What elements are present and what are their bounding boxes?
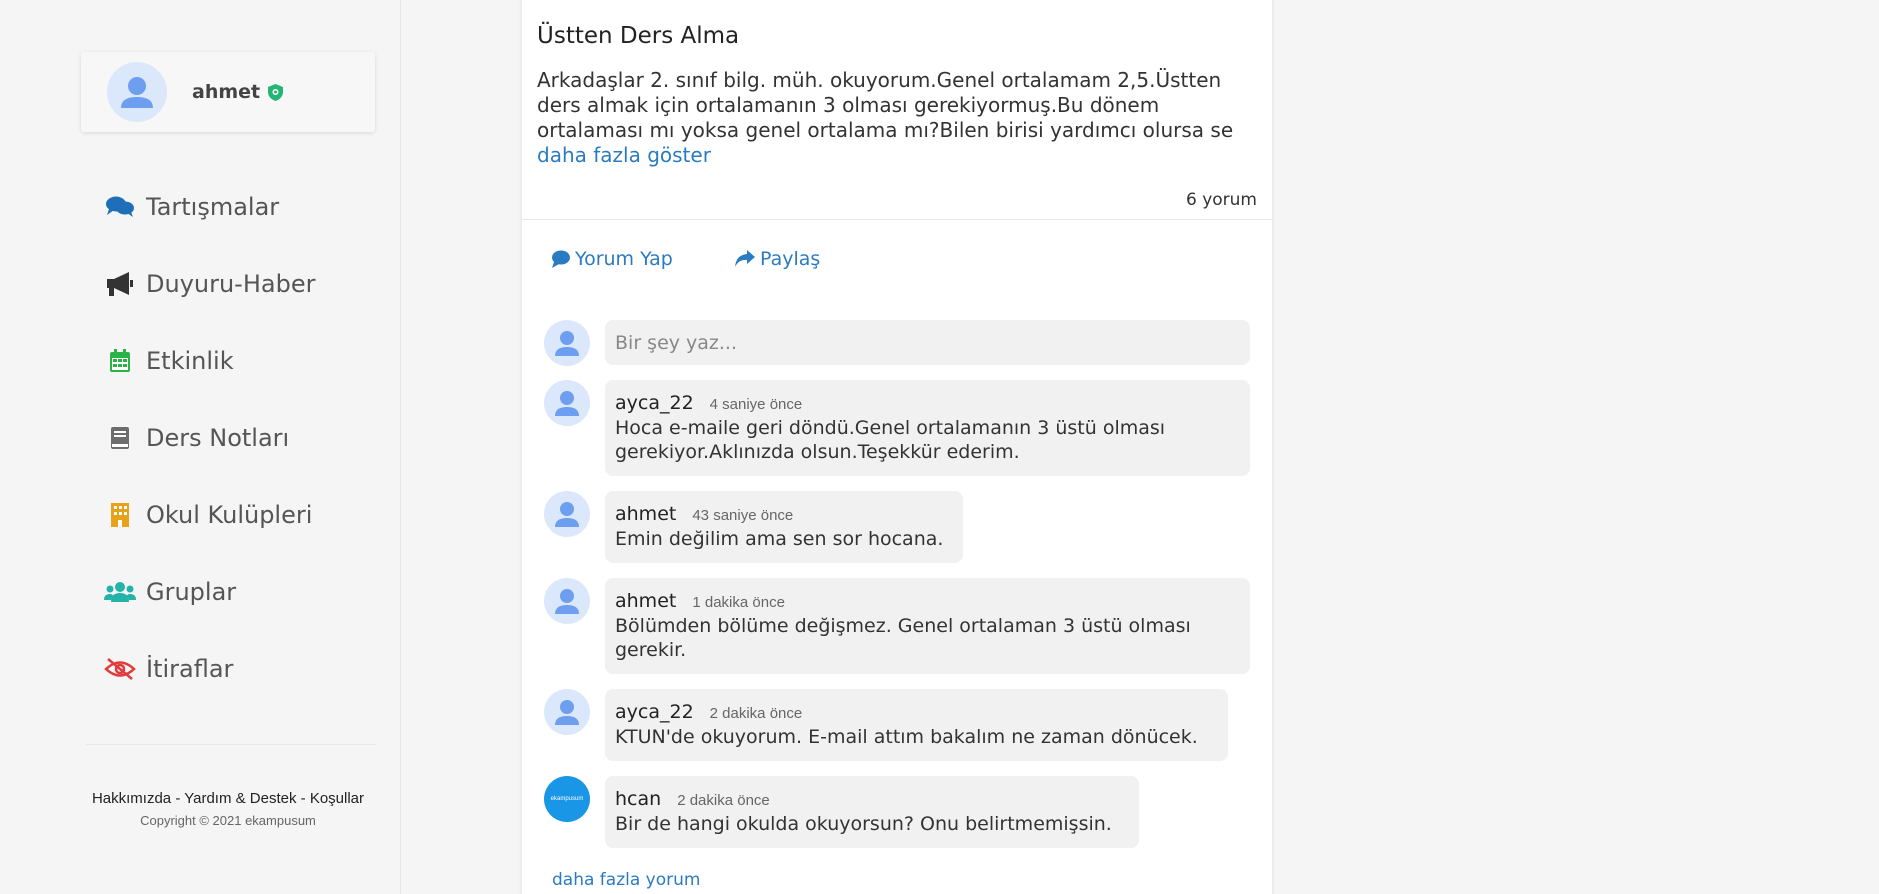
comment-avatar[interactable] (544, 491, 590, 537)
comment-text: Bölümden bölüme değişmez. Genel ortalama… (615, 615, 1191, 661)
footer-links: Hakkımızda - Yardım & Destek - Koşullar (80, 790, 376, 807)
more-comments-link[interactable]: daha fazla yorum (552, 870, 700, 890)
eye-slash-icon (104, 655, 136, 683)
terms-link[interactable]: Koşullar (310, 790, 364, 807)
comment-button-label: Yorum Yap (575, 248, 673, 270)
megaphone-icon (104, 270, 136, 298)
comments-icon (104, 193, 136, 221)
show-more-link[interactable]: daha fazla göster (537, 143, 711, 167)
footer-separator: - (296, 790, 310, 807)
comment-time: 43 saniye önce (692, 507, 794, 524)
comment-author[interactable]: hcan (615, 788, 661, 810)
post-body: Arkadaşlar 2. sınıf bilg. müh. okuyorum.… (537, 68, 1252, 168)
comment-button[interactable]: Yorum Yap (551, 248, 673, 270)
post-divider (522, 219, 1272, 220)
sidebar-item-etkinlik[interactable]: Etkinlik (104, 322, 374, 399)
help-link[interactable]: Yardım & Destek (184, 790, 296, 807)
sidebar-divider (86, 744, 376, 745)
share-icon (735, 250, 755, 267)
current-user-avatar (544, 320, 590, 366)
comment-author[interactable]: ahmet (615, 503, 676, 525)
share-button[interactable]: Paylaş (734, 248, 820, 270)
post-body-text: Arkadaşlar 2. sınıf bilg. müh. okuyorum.… (537, 68, 1234, 142)
comment-avatar[interactable] (544, 578, 590, 624)
sidebar-item-label: Gruplar (146, 577, 237, 606)
comment-text: KTUN'de okuyorum. E-mail attım bakalım n… (615, 726, 1198, 748)
book-icon (104, 424, 136, 452)
sidebar-item-tartismalar[interactable]: Tartışmalar (104, 168, 374, 245)
user-avatar-icon (107, 62, 167, 122)
comment-time: 2 dakika önce (677, 792, 770, 809)
post-title: Üstten Ders Alma (537, 23, 740, 49)
sidebar-item-okul-kulupleri[interactable]: Okul Kulüpleri (104, 476, 374, 553)
copyright: Copyright © 2021 ekampusum (140, 813, 316, 828)
comment-text: Emin değilim ama sen sor hocana. (615, 528, 944, 550)
sidebar-item-gruplar[interactable]: Gruplar (104, 553, 374, 630)
users-icon (104, 578, 136, 606)
comment-time: 2 dakika önce (709, 705, 803, 722)
sidebar-item-duyuru-haber[interactable]: Duyuru-Haber (104, 245, 374, 322)
comment-item: ayca_22 2 dakika önce KTUN'de okuyorum. E… (605, 689, 1228, 761)
comment-time: 4 saniye önce (709, 396, 803, 413)
comment-author[interactable]: ayca_22 (615, 392, 694, 414)
comment-item: ahmet 1 dakika önce Bölümden bölüme değiş… (605, 578, 1250, 674)
sidebar: ahmet Tartışmalar Duyuru-Haber Etkinlik (0, 0, 401, 894)
sidebar-item-itiraflar[interactable]: İtiraflar (104, 630, 374, 707)
comment-avatar[interactable]: ekampusum (544, 776, 590, 822)
comment-avatar[interactable] (544, 380, 590, 426)
comment-count[interactable]: 6 yorum (1186, 190, 1257, 210)
building-icon (104, 501, 136, 529)
sidebar-item-label: Duyuru-Haber (146, 269, 316, 298)
sidebar-item-label: Tartışmalar (146, 192, 280, 221)
sidebar-item-label: İtiraflar (146, 654, 234, 683)
comment-item: ayca_22 4 saniye önce Hoca e-maile geri d… (605, 380, 1250, 476)
sidebar-item-ders-notlari[interactable]: Ders Notları (104, 399, 374, 476)
calendar-icon (104, 347, 136, 375)
sidebar-item-label: Ders Notları (146, 423, 290, 452)
comment-item: ahmet 43 saniye önce Emin değilim ama sen… (605, 491, 963, 563)
sidebar-item-label: Etkinlik (146, 346, 234, 375)
sidebar-nav: Tartışmalar Duyuru-Haber Etkinlik Ders N… (104, 168, 374, 707)
comment-icon (552, 250, 570, 268)
comment-text: Bir de hangi okulda okuyorsun? Onu belir… (615, 813, 1112, 835)
footer-separator: - (171, 790, 185, 807)
profile-name[interactable]: ahmet (192, 81, 260, 103)
profile-card[interactable]: ahmet (81, 52, 375, 132)
sidebar-item-label: Okul Kulüpleri (146, 500, 313, 529)
comment-avatar[interactable] (544, 689, 590, 735)
avatar-logo-text: ekampusum (550, 796, 584, 802)
post-card: Üstten Ders Alma Arkadaşlar 2. sınıf bil… (522, 0, 1272, 894)
comment-time: 1 dakika önce (692, 594, 785, 611)
comment-author[interactable]: ayca_22 (615, 701, 694, 723)
share-button-label: Paylaş (760, 248, 821, 270)
comment-author[interactable]: ahmet (615, 590, 676, 612)
comment-input[interactable] (605, 320, 1250, 365)
comment-item: hcan 2 dakika önce Bir de hangi okulda ok… (605, 776, 1139, 848)
comment-text: Hoca e-maile geri döndü.Genel ortalamanı… (615, 417, 1166, 463)
verified-shield-icon (267, 83, 284, 102)
about-link[interactable]: Hakkımızda (92, 790, 171, 807)
